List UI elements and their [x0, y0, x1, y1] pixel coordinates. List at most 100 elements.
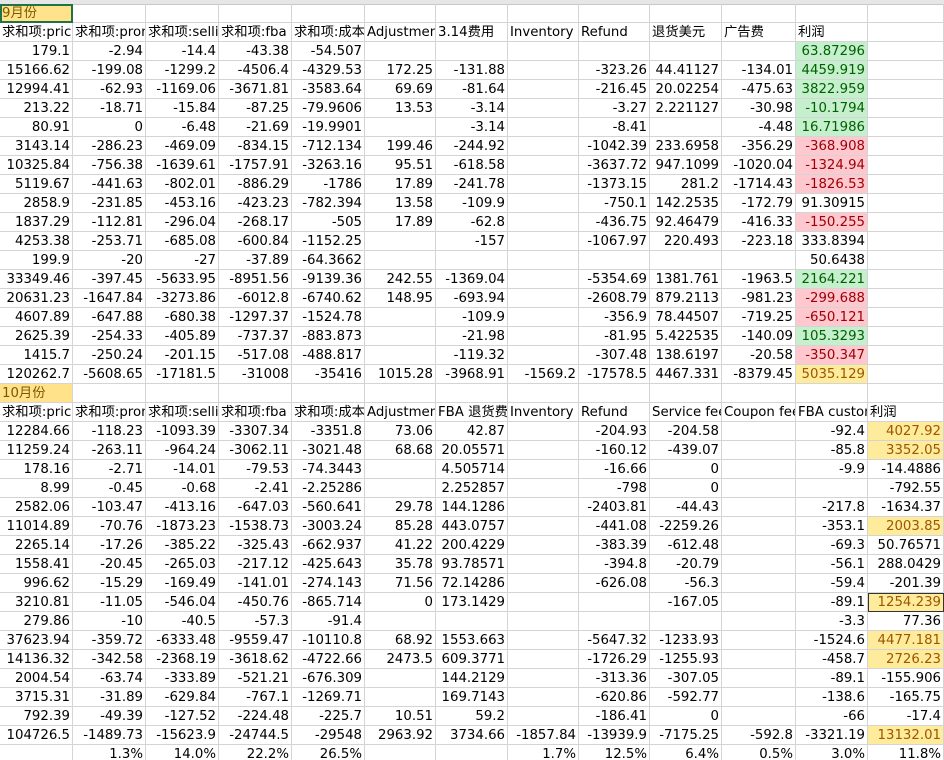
data-cell[interactable]: 233.6958 — [650, 137, 722, 156]
data-cell[interactable]: -792.55 — [868, 479, 944, 498]
data-cell[interactable]: -223.18 — [722, 232, 796, 251]
data-cell[interactable]: -40.5 — [146, 612, 219, 631]
data-cell[interactable]: -4722.66 — [292, 650, 365, 669]
data-cell[interactable]: -13939.9 — [579, 726, 650, 745]
empty-cell[interactable] — [722, 612, 796, 631]
data-cell[interactable]: -3.14 — [436, 118, 508, 137]
empty-cell[interactable] — [722, 555, 796, 574]
data-cell[interactable]: -333.89 — [146, 669, 219, 688]
data-cell[interactable]: -405.89 — [146, 327, 219, 346]
data-cell[interactable]: -59.4 — [796, 574, 868, 593]
data-cell[interactable]: 1837.29 — [0, 213, 73, 232]
data-cell[interactable]: -1373.15 — [579, 175, 650, 194]
data-cell[interactable]: -441.63 — [73, 175, 146, 194]
empty-cell[interactable] — [365, 669, 436, 688]
data-cell[interactable]: -5633.95 — [146, 270, 219, 289]
data-cell[interactable]: 68.92 — [365, 631, 436, 650]
empty-cell[interactable] — [365, 4, 436, 23]
data-cell[interactable]: 14136.32 — [0, 650, 73, 669]
column-header-cell[interactable]: 求和项:promotional — [73, 23, 146, 42]
data-cell[interactable]: -268.17 — [219, 213, 292, 232]
empty-cell[interactable] — [508, 612, 579, 631]
data-cell[interactable]: -693.94 — [436, 289, 508, 308]
data-cell[interactable]: -756.38 — [73, 156, 146, 175]
data-cell[interactable]: -201.39 — [868, 574, 944, 593]
data-cell[interactable]: 3715.31 — [0, 688, 73, 707]
data-cell[interactable]: -475.63 — [722, 80, 796, 99]
column-header-cell[interactable]: 3.14费用 — [436, 23, 508, 42]
data-cell[interactable]: -1647.84 — [73, 289, 146, 308]
empty-cell[interactable] — [722, 460, 796, 479]
data-cell[interactable]: -7175.25 — [650, 726, 722, 745]
data-cell[interactable]: 13.58 — [365, 194, 436, 213]
empty-cell[interactable] — [436, 251, 508, 270]
data-cell[interactable]: -92.4 — [796, 422, 868, 441]
empty-cell[interactable] — [365, 460, 436, 479]
data-cell[interactable]: -802.01 — [146, 175, 219, 194]
empty-cell[interactable] — [868, 308, 944, 327]
data-cell[interactable]: -201.15 — [146, 346, 219, 365]
data-cell[interactable]: -3307.34 — [219, 422, 292, 441]
data-cell[interactable]: 37623.94 — [0, 631, 73, 650]
data-cell[interactable]: -1569.2 — [508, 365, 579, 384]
data-cell[interactable]: -21.98 — [436, 327, 508, 346]
data-cell[interactable]: -5354.69 — [579, 270, 650, 289]
data-cell[interactable]: -199.08 — [73, 61, 146, 80]
data-cell[interactable]: -3671.81 — [219, 80, 292, 99]
data-cell[interactable]: 2265.14 — [0, 536, 73, 555]
data-cell[interactable]: -3583.64 — [292, 80, 365, 99]
data-cell[interactable]: -1757.91 — [219, 156, 292, 175]
empty-cell[interactable] — [796, 384, 868, 403]
data-cell[interactable]: -172.79 — [722, 194, 796, 213]
data-cell[interactable]: -834.15 — [219, 137, 292, 156]
data-cell[interactable]: -612.48 — [650, 536, 722, 555]
data-cell[interactable]: -737.37 — [219, 327, 292, 346]
data-cell[interactable]: -883.873 — [292, 327, 365, 346]
data-cell[interactable]: -31.89 — [73, 688, 146, 707]
column-header-cell[interactable]: Adjustment — [365, 23, 436, 42]
empty-cell[interactable] — [650, 4, 722, 23]
data-cell[interactable]: 1553.663 — [436, 631, 508, 650]
data-cell[interactable]: -141.01 — [219, 574, 292, 593]
data-cell[interactable]: -453.16 — [146, 194, 219, 213]
data-cell[interactable]: 200.4229 — [436, 536, 508, 555]
column-header-cell[interactable]: Inventory fee — [508, 403, 579, 422]
data-cell[interactable]: -30.98 — [722, 99, 796, 118]
empty-cell[interactable] — [508, 80, 579, 99]
empty-cell[interactable] — [365, 118, 436, 137]
data-cell[interactable]: -225.7 — [292, 707, 365, 726]
section-title-cell[interactable]: 10月份 — [0, 384, 73, 403]
data-cell[interactable]: 1254.239 — [868, 593, 944, 612]
data-cell[interactable]: -521.21 — [219, 669, 292, 688]
data-cell[interactable]: 3.0% — [796, 745, 868, 760]
data-cell[interactable]: -64.3662 — [292, 251, 365, 270]
empty-cell[interactable] — [868, 99, 944, 118]
empty-cell[interactable] — [365, 688, 436, 707]
data-cell[interactable]: 199.9 — [0, 251, 73, 270]
empty-cell[interactable] — [868, 365, 944, 384]
data-cell[interactable]: 2.221127 — [650, 99, 722, 118]
empty-cell[interactable] — [868, 80, 944, 99]
empty-cell[interactable] — [508, 308, 579, 327]
section-title-cell[interactable]: 9月份 — [0, 4, 73, 23]
data-cell[interactable]: -286.23 — [73, 137, 146, 156]
data-cell[interactable]: -20.79 — [650, 555, 722, 574]
data-cell[interactable]: 0.5% — [722, 745, 796, 760]
data-cell[interactable]: -1152.25 — [292, 232, 365, 251]
data-cell[interactable]: -1524.6 — [796, 631, 868, 650]
data-cell[interactable]: -3351.8 — [292, 422, 365, 441]
data-cell[interactable]: 33349.46 — [0, 270, 73, 289]
empty-cell[interactable] — [722, 479, 796, 498]
empty-cell[interactable] — [868, 42, 944, 61]
data-cell[interactable]: -8379.45 — [722, 365, 796, 384]
data-cell[interactable]: 42.87 — [436, 422, 508, 441]
data-cell[interactable]: -618.58 — [436, 156, 508, 175]
data-cell[interactable]: -620.86 — [579, 688, 650, 707]
data-cell[interactable]: -274.143 — [292, 574, 365, 593]
data-cell[interactable]: -20.58 — [722, 346, 796, 365]
data-cell[interactable]: -2403.81 — [579, 498, 650, 517]
data-cell[interactable]: -6740.62 — [292, 289, 365, 308]
data-cell[interactable]: -1169.06 — [146, 80, 219, 99]
empty-cell[interactable] — [508, 574, 579, 593]
data-cell[interactable]: 59.2 — [436, 707, 508, 726]
